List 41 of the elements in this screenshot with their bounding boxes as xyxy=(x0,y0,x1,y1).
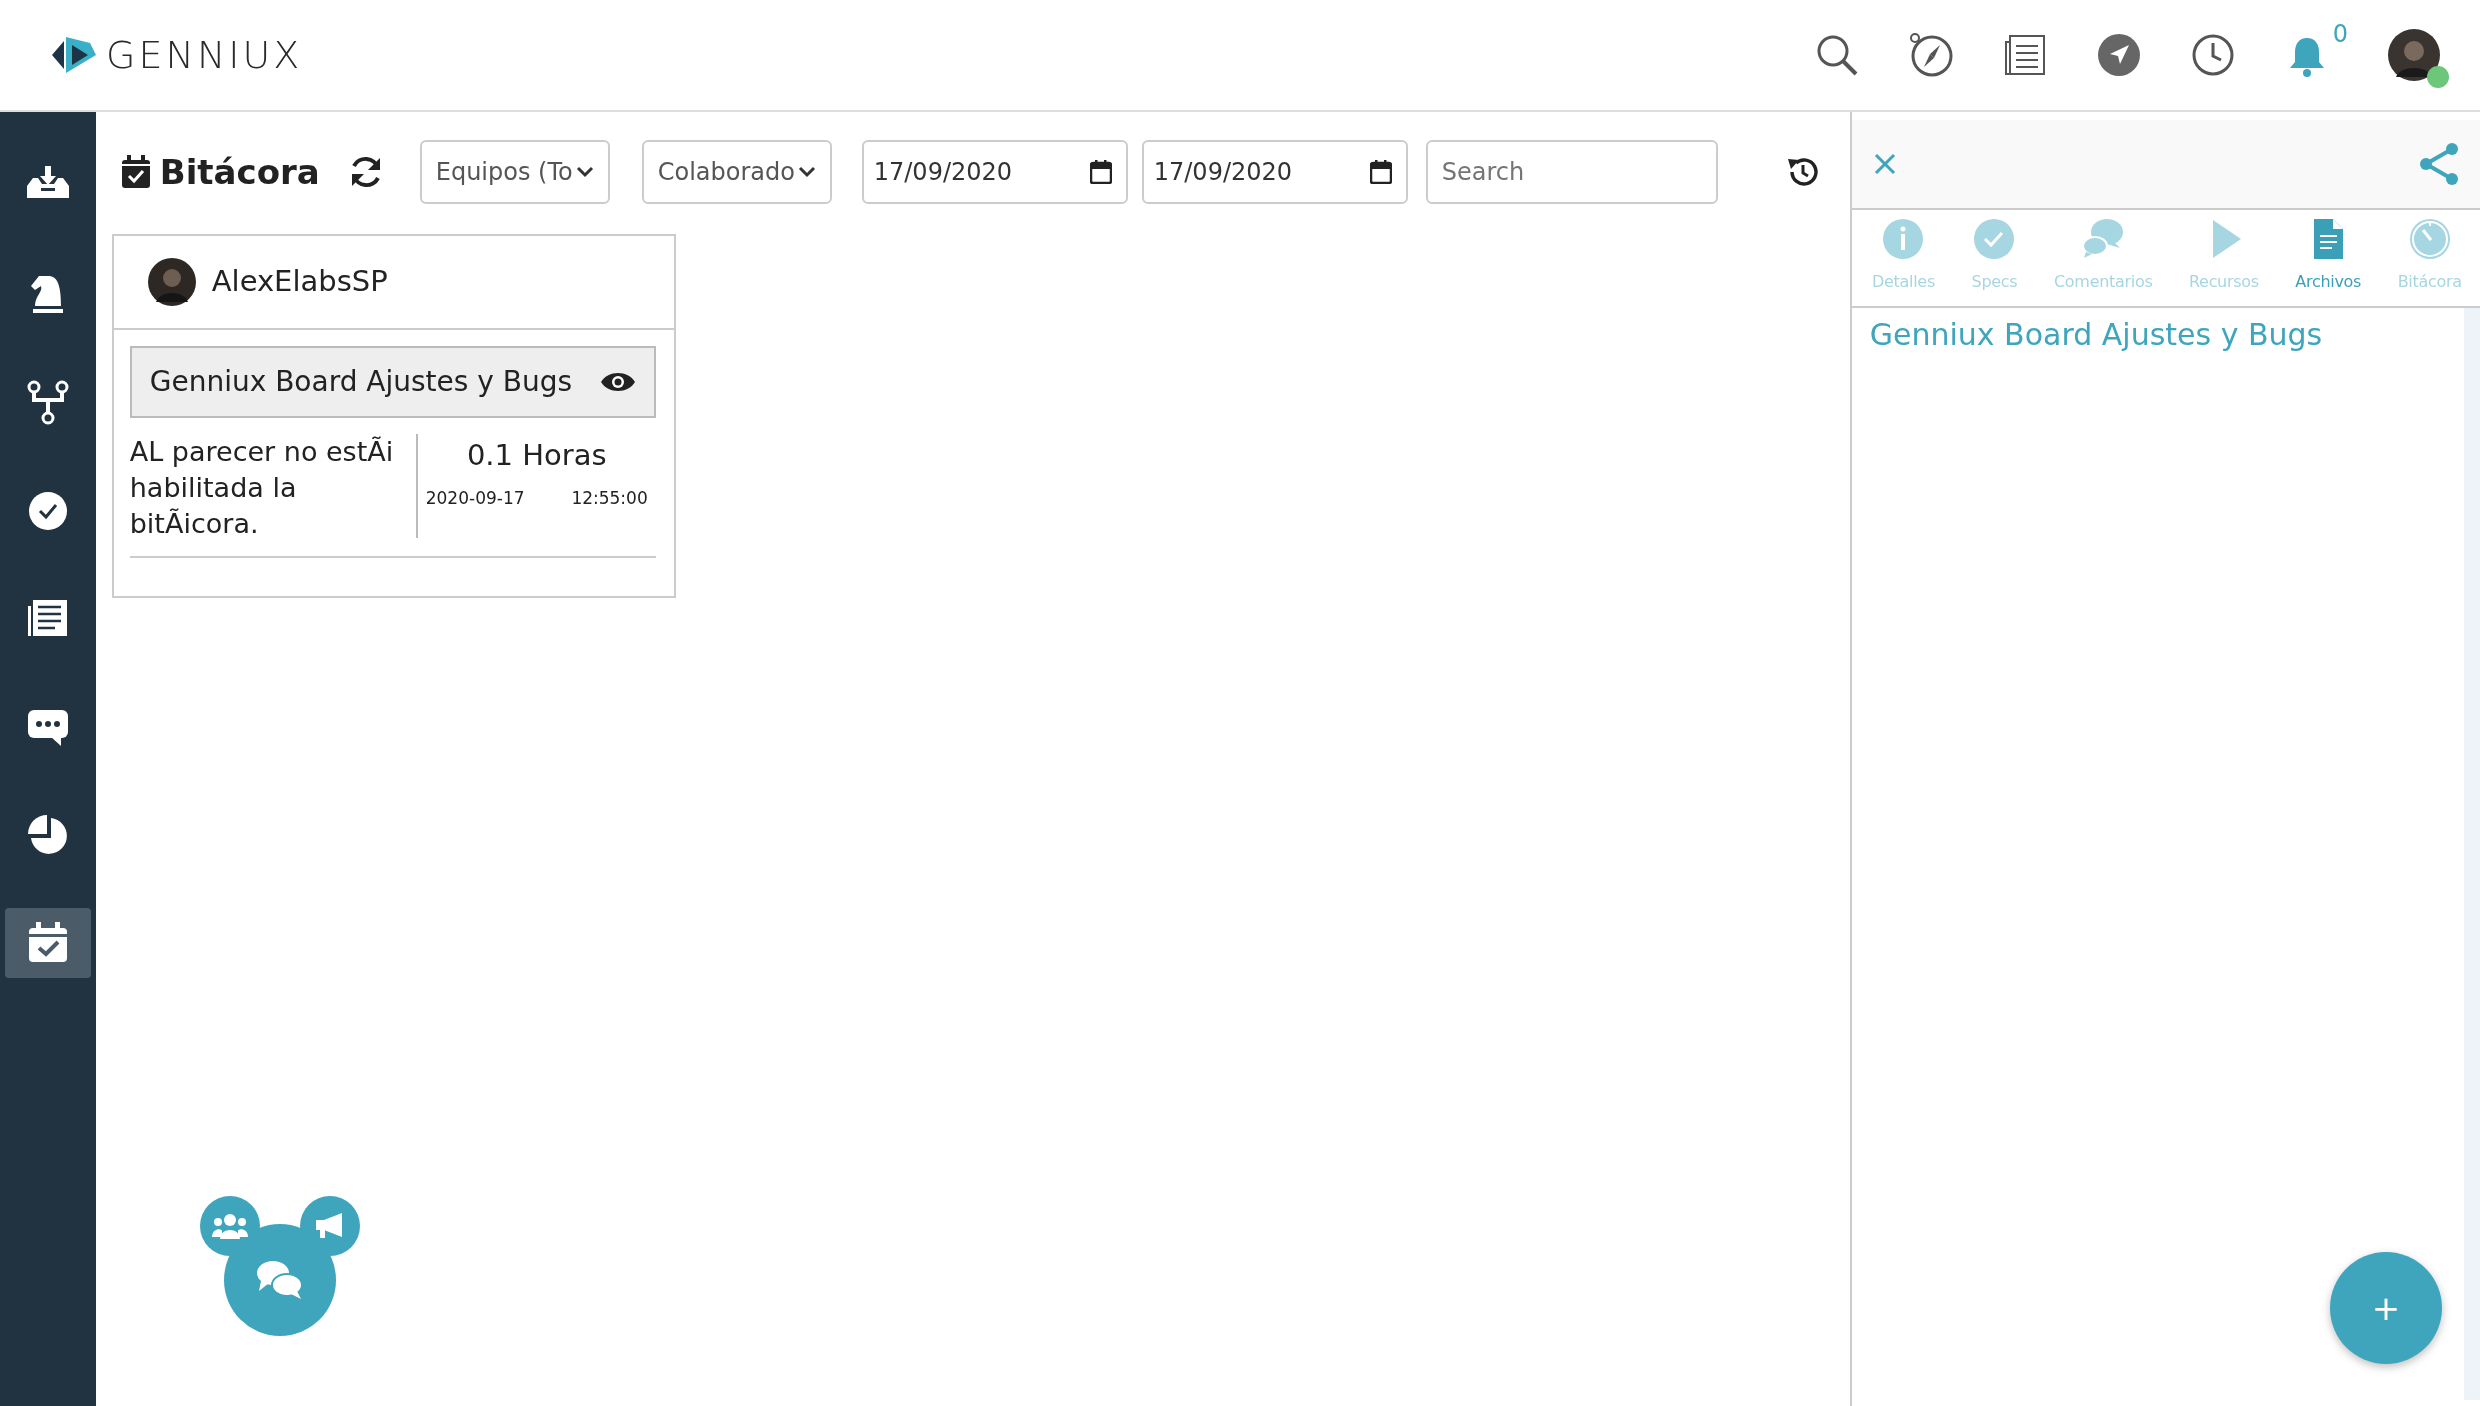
hours-text: 0.1 Horas xyxy=(466,437,607,474)
share-icon[interactable] xyxy=(2418,142,2460,186)
eye-icon[interactable] xyxy=(599,370,636,394)
task-title: Genniux Board Ajustes y Bugs xyxy=(1868,317,2324,352)
panel-tab[interactable]: Recursos xyxy=(2170,216,2278,294)
sidebar-item[interactable] xyxy=(4,908,91,978)
dropdown[interactable]: Equipos (To xyxy=(419,140,610,204)
search-field[interactable]: Search xyxy=(1425,140,1718,204)
navigation-icon[interactable] xyxy=(2096,32,2142,78)
users-icon xyxy=(211,1213,248,1239)
document-icon[interactable] xyxy=(2002,32,2048,78)
online-status-icon xyxy=(2426,65,2450,89)
project-name: Genniux Board Ajustes y Bugs xyxy=(149,364,573,400)
chevron-down-icon xyxy=(575,166,594,178)
clock-icon[interactable] xyxy=(2190,32,2236,78)
add-button[interactable]: + xyxy=(2330,1252,2442,1364)
user-avatar xyxy=(147,258,196,306)
panel-tab[interactable]: Comentarios xyxy=(2035,216,2171,294)
log-time: 12:55:00 xyxy=(571,486,648,510)
log-note: AL parecer no estÃi habilitada la bitÃicora. xyxy=(129,435,395,541)
avatar[interactable] xyxy=(2388,29,2440,81)
calendar-icon xyxy=(1369,160,1392,184)
user-name: AlexElabsSP xyxy=(211,263,388,301)
calendar-check-icon xyxy=(119,154,152,190)
close-icon[interactable] xyxy=(1873,153,1896,175)
logo-text: GENNIUX xyxy=(106,31,303,79)
notification-count: 0 xyxy=(2332,19,2348,50)
dropdown[interactable]: Colaborado xyxy=(641,140,832,204)
calendar-icon xyxy=(1089,160,1112,184)
chevron-down-icon xyxy=(797,166,816,178)
panel-tab[interactable]: Bitácora xyxy=(2379,216,2480,294)
compass-icon[interactable] xyxy=(1908,32,1954,78)
panel-tab[interactable]: Detalles xyxy=(1853,216,1954,294)
panel-tab[interactable]: Specs xyxy=(1953,216,2036,294)
history-icon[interactable] xyxy=(1785,155,1820,189)
page-title: Bitácora xyxy=(159,150,320,194)
log-date: 2020-09-17 xyxy=(425,486,525,510)
date-field[interactable]: 17/09/2020 xyxy=(861,140,1128,204)
scrollbar-track[interactable] xyxy=(2464,308,2480,1400)
date-field[interactable]: 17/09/2020 xyxy=(1141,140,1408,204)
panel-tab[interactable]: Archivos xyxy=(2277,216,2380,294)
